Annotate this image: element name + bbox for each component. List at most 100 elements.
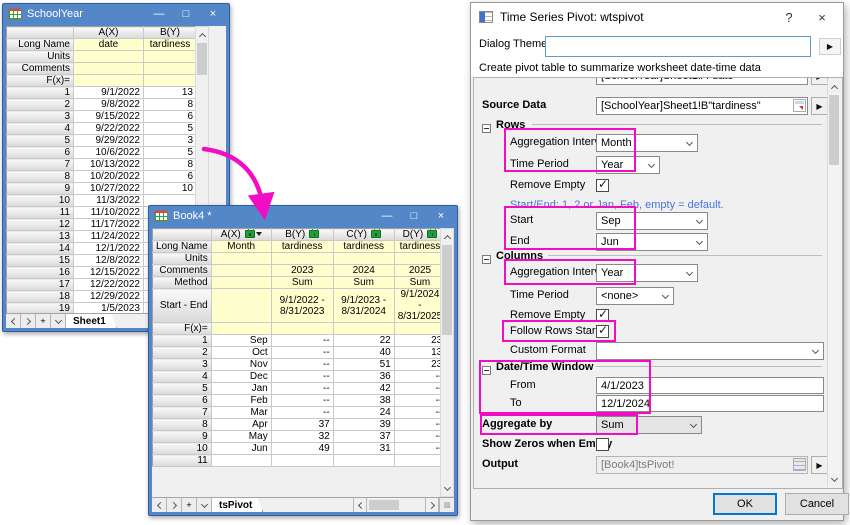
column-header[interactable]: A(X) — [74, 27, 144, 39]
units-label[interactable]: Units — [153, 253, 212, 265]
long-name-cell[interactable]: date — [74, 39, 144, 51]
book4-hscrollbar[interactable]: ▨ — [353, 498, 454, 512]
output-flyout-button[interactable]: ▶ — [811, 456, 828, 474]
start-end-cell[interactable]: 9/1/2022 - 8/31/2023 — [271, 289, 333, 323]
row-index[interactable]: 5 — [153, 383, 212, 395]
column-header[interactable]: B(Y) — [144, 27, 197, 39]
method-cell[interactable]: Sum — [271, 277, 333, 289]
comments-label[interactable]: Comments — [7, 63, 74, 75]
schoolyear-titlebar[interactable]: SchoolYear — □ × — [3, 4, 229, 24]
long-name-label[interactable]: Long Name — [7, 39, 74, 51]
cell-value[interactable]: 24 — [333, 407, 394, 419]
source-data-flyout-button[interactable]: ▶ — [811, 97, 828, 115]
row-index[interactable]: 10 — [153, 443, 212, 455]
row-index[interactable]: 6 — [153, 395, 212, 407]
units-cell[interactable] — [333, 253, 394, 265]
row-index[interactable]: 9 — [153, 431, 212, 443]
cell-date[interactable]: 12/29/2022 — [74, 291, 144, 303]
dialog-vscrollbar[interactable] — [827, 79, 841, 487]
scroll-right-icon[interactable] — [425, 498, 439, 512]
cell-value[interactable]: -- — [271, 383, 333, 395]
show-zeros-checkbox[interactable] — [596, 438, 609, 451]
cell-value[interactable]: -- — [394, 431, 446, 443]
method-label[interactable]: Method — [153, 277, 212, 289]
rows-aggregation-interval-select[interactable]: Month — [596, 134, 698, 152]
close-icon[interactable]: × — [809, 7, 835, 27]
columns-time-period-select[interactable]: <none> — [596, 287, 674, 305]
scroll-up-icon[interactable] — [441, 230, 453, 243]
scroll-thumb[interactable] — [829, 95, 839, 165]
long-name-cell[interactable]: tardiness — [394, 241, 446, 253]
cell-value[interactable] — [333, 455, 394, 467]
cell-value[interactable]: 5 — [144, 147, 197, 159]
cell-date[interactable]: 9/1/2022 — [74, 87, 144, 99]
cell-value[interactable]: Nov — [211, 359, 271, 371]
units-cell[interactable] — [144, 51, 197, 63]
fx-label[interactable]: F(x)= — [153, 323, 212, 335]
cell-date[interactable]: 9/15/2022 — [74, 111, 144, 123]
sheet-list-icon[interactable] — [51, 314, 66, 328]
scroll-down-icon[interactable] — [828, 473, 840, 486]
cell-value[interactable]: Sep — [211, 335, 271, 347]
cell-date[interactable]: 11/17/2022 — [74, 219, 144, 231]
scroll-down-icon[interactable] — [441, 482, 453, 495]
row-index[interactable]: 2 — [153, 347, 212, 359]
cell-date[interactable]: 12/15/2022 — [74, 267, 144, 279]
cell-date[interactable]: 10/27/2022 — [74, 183, 144, 195]
row-index[interactable]: 1 — [153, 335, 212, 347]
column-header[interactable]: C(Y) — [333, 229, 394, 241]
fx-cell[interactable] — [271, 323, 333, 335]
comments-cell[interactable] — [211, 265, 271, 277]
comments-label[interactable]: Comments — [153, 265, 212, 277]
cell-value[interactable]: 13 — [144, 87, 197, 99]
comments-cell[interactable]: 2024 — [333, 265, 394, 277]
row-index[interactable]: 5 — [7, 135, 74, 147]
cell-value[interactable]: 40 — [333, 347, 394, 359]
cell-value[interactable]: 37 — [271, 419, 333, 431]
book4-titlebar[interactable]: Book4 * — □ × — [149, 206, 457, 226]
units-cell[interactable] — [74, 51, 144, 63]
row-index[interactable]: 12 — [7, 219, 74, 231]
long-name-cell[interactable]: tardiness — [271, 241, 333, 253]
tab-scroll-right-icon[interactable] — [21, 314, 36, 328]
cell-value[interactable]: May — [211, 431, 271, 443]
cell-value[interactable]: 3 — [144, 135, 197, 147]
row-index[interactable]: 2 — [7, 99, 74, 111]
units-cell[interactable] — [394, 253, 446, 265]
cell-value[interactable]: 8 — [144, 99, 197, 111]
long-name-cell[interactable]: tardiness — [144, 39, 197, 51]
column-header[interactable]: A(X) — [211, 229, 271, 241]
fx-cell[interactable] — [144, 75, 197, 87]
cell-value[interactable]: -- — [394, 419, 446, 431]
cell-value[interactable]: 6 — [144, 171, 197, 183]
cell-value[interactable]: 42 — [333, 383, 394, 395]
cell-value[interactable]: 23 — [394, 359, 446, 371]
cell-value[interactable]: 38 — [333, 395, 394, 407]
cell-value[interactable]: Feb — [211, 395, 271, 407]
row-index[interactable]: 18 — [7, 291, 74, 303]
cell-date[interactable]: 12/8/2022 — [74, 255, 144, 267]
row-index[interactable]: 4 — [153, 371, 212, 383]
scroll-thumb[interactable] — [442, 245, 452, 335]
cell-date[interactable]: 12/1/2022 — [74, 243, 144, 255]
tab-scroll-right-icon[interactable] — [167, 498, 182, 512]
row-index[interactable]: 11 — [153, 455, 212, 467]
dialog-theme-input[interactable] — [545, 36, 811, 57]
row-index[interactable]: 17 — [7, 279, 74, 291]
cell-value[interactable]: 31 — [333, 443, 394, 455]
cell-value[interactable]: 36 — [333, 371, 394, 383]
cell-date[interactable]: 12/22/2022 — [74, 279, 144, 291]
aggregate-by-select[interactable]: Sum — [596, 416, 702, 434]
comments-cell[interactable]: 2023 — [271, 265, 333, 277]
scroll-thumb[interactable] — [197, 43, 207, 75]
output-input[interactable]: [Book4]tsPivot! — [596, 456, 808, 474]
collapse-icon[interactable] — [482, 366, 491, 375]
row-index[interactable]: 3 — [153, 359, 212, 371]
custom-format-select[interactable] — [596, 342, 824, 360]
from-input[interactable]: 4/1/2023 — [596, 377, 824, 394]
minimize-icon[interactable]: — — [376, 208, 398, 224]
cell-value[interactable]: -- — [271, 371, 333, 383]
cell-date[interactable]: 10/13/2022 — [74, 159, 144, 171]
minimize-icon[interactable]: — — [148, 6, 170, 22]
cell-value[interactable] — [394, 455, 446, 467]
